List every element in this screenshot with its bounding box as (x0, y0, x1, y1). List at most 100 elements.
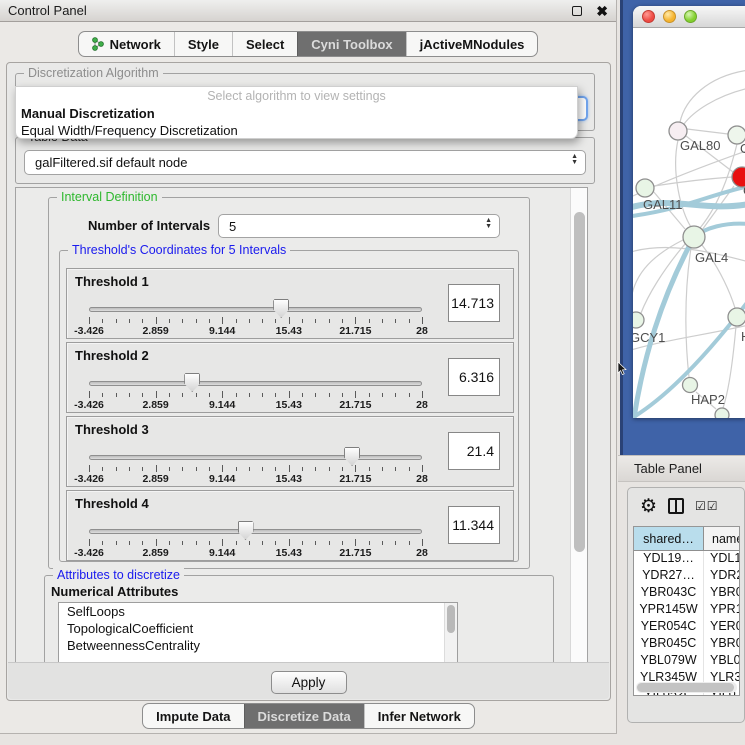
panel-title: Control Panel (8, 3, 572, 18)
number-of-intervals-value: 5 (229, 219, 236, 234)
network-node[interactable] (715, 408, 729, 418)
apply-button[interactable]: Apply (271, 671, 347, 694)
horizontal-scrollbar[interactable] (636, 682, 737, 693)
close-icon[interactable]: ✖ (596, 6, 608, 16)
threshold-value-field[interactable]: 11.344 (448, 506, 500, 544)
zoom-traffic-light-icon[interactable] (684, 10, 697, 23)
slider-tick-labels: -3.4262.8599.14415.4321.71528 (89, 473, 422, 485)
network-node-gal11[interactable] (636, 179, 654, 197)
slider-thumb[interactable] (184, 373, 200, 392)
attributes-list-scrollbar[interactable] (444, 603, 457, 664)
slider-track[interactable] (89, 381, 422, 386)
cell-shared-name: YBR045C (634, 636, 704, 653)
number-of-intervals-combobox[interactable]: 5 ▲▼ (218, 214, 500, 238)
apply-strip: Apply (8, 662, 609, 699)
attribute-list-item[interactable]: BetweennessCentrality (59, 637, 457, 654)
threshold-value-field[interactable]: 6.316 (448, 358, 500, 396)
threshold-slider: -3.4262.8599.14415.4321.71528 (89, 303, 422, 333)
tick-label: 15.43 (276, 399, 302, 411)
network-node-hap2[interactable] (683, 378, 698, 393)
tick-label: 2.859 (142, 547, 168, 559)
float-window-icon[interactable] (572, 6, 582, 16)
slider-thumb[interactable] (238, 521, 254, 540)
table-row[interactable]: YBL079WYBL0 (634, 653, 739, 670)
gear-icon[interactable]: ⚙ (640, 497, 657, 516)
tick-label: 2.859 (142, 325, 168, 337)
network-node-gcy1[interactable] (633, 312, 644, 328)
table-row[interactable]: YBR043CYBR0 (634, 585, 739, 602)
table-row[interactable]: YER054CYER0 (634, 619, 739, 636)
threshold-box: Threshold 3 -3.4262.8599.14415.4321.71528… (66, 416, 514, 487)
tick-label: -3.426 (74, 399, 104, 411)
dropdown-option[interactable]: Equal Width/Frequency Discretization (16, 122, 577, 139)
table-row[interactable]: YDR27…YDR2 (634, 568, 739, 585)
network-canvas[interactable]: GAL80GCGAL11GAL4GCY1HHAP2 (633, 28, 745, 418)
tab-style[interactable]: Style (174, 32, 232, 56)
table-data-combobox[interactable]: galFiltered.sif default node ▲▼ (24, 150, 586, 175)
columns-icon[interactable] (668, 498, 684, 514)
threshold-value-field[interactable]: 21.4 (448, 432, 500, 470)
control-panel-window: Control Panel ✖ NetworkStyleSelectCyni T… (0, 0, 617, 734)
tick-label: 9.144 (209, 547, 235, 559)
tab-jactivemnodules[interactable]: jActiveMNodules (406, 32, 538, 56)
scrollbar-thumb[interactable] (574, 212, 585, 552)
tab-cyni-toolbox[interactable]: Cyni Toolbox (297, 32, 405, 56)
table-panel-titlebar: Table Panel (618, 455, 745, 482)
tick-label: 21.715 (339, 399, 371, 411)
slider-thumb[interactable] (344, 447, 360, 466)
column-header-shared-name[interactable]: shared… (634, 527, 704, 550)
mouse-cursor (617, 362, 627, 376)
algorithm-dropdown-popup: Select algorithm to view settings Manual… (15, 86, 578, 139)
tab-select[interactable]: Select (232, 32, 297, 56)
bottom-tab-label: Discretize Data (258, 709, 351, 724)
table-panel-toolbar: ⚙ ☑☑ (628, 488, 744, 524)
attributes-list: SelfLoopsTopologicalCoefficientBetweenne… (58, 602, 458, 664)
network-icon (92, 37, 104, 51)
table-row[interactable]: YPR145WYPR1 (634, 602, 739, 619)
threshold-label: Threshold 3 (75, 422, 149, 437)
slider-track[interactable] (89, 529, 422, 534)
slider-ticks (89, 317, 422, 325)
tab-network[interactable]: Network (79, 32, 174, 56)
threshold-value-field[interactable]: 14.713 (448, 284, 500, 322)
select-checkboxes-icon[interactable]: ☑☑ (695, 499, 719, 513)
slider-tick-labels: -3.4262.8599.14415.4321.71528 (89, 325, 422, 337)
table-data-group: Table Data galFiltered.sif default node … (15, 137, 595, 184)
scrollbar-thumb[interactable] (447, 605, 455, 633)
table-row[interactable]: YDL19…YDL1 (634, 551, 739, 568)
node-table: shared… name YDL19…YDL1YDR27…YDR2YBR043C… (633, 526, 740, 696)
threshold-slider: -3.4262.8599.14415.4321.71528 (89, 451, 422, 481)
bottom-tab-impute-data[interactable]: Impute Data (143, 704, 243, 728)
tick-label: -3.426 (74, 547, 104, 559)
close-traffic-light-icon[interactable] (642, 10, 655, 23)
slider-thumb[interactable] (273, 299, 289, 318)
thresholds-group-title: Threshold's Coordinates for 5 Intervals (68, 243, 290, 257)
slider-track[interactable] (89, 307, 422, 312)
cell-name: YER0 (704, 619, 739, 636)
slider-ticks (89, 391, 422, 399)
table-panel: ⚙ ☑☑ shared… name YDL19…YDL1YDR27…YDR2YB… (627, 487, 745, 723)
network-node-gal4[interactable] (683, 226, 705, 248)
table-row[interactable]: YBR045CYBR0 (634, 636, 739, 653)
bottom-tab-discretize-data[interactable]: Discretize Data (244, 704, 364, 728)
scrollbar-thumb[interactable] (637, 683, 734, 692)
cell-name: YPR1 (704, 602, 739, 619)
tick-label: 28 (416, 547, 428, 559)
tick-label: -3.426 (74, 473, 104, 485)
dropdown-option[interactable]: Manual Discretization (16, 105, 577, 122)
slider-track[interactable] (89, 455, 422, 460)
network-window-titlebar (633, 6, 745, 28)
network-node-h[interactable] (728, 308, 745, 326)
attribute-list-item[interactable]: SelfLoops (59, 603, 457, 620)
cell-name: YDL1 (704, 551, 739, 568)
node-label: HAP2 (691, 392, 725, 407)
column-header-name[interactable]: name (704, 527, 739, 550)
attribute-list-item[interactable]: TopologicalCoefficient (59, 620, 457, 637)
minimize-traffic-light-icon[interactable] (663, 10, 676, 23)
vertical-scrollbar[interactable] (570, 188, 587, 663)
bottom-tab-infer-network[interactable]: Infer Network (364, 704, 474, 728)
slider-tick-labels: -3.4262.8599.14415.4321.71528 (89, 399, 422, 411)
tick-label: 21.715 (339, 473, 371, 485)
control-panel-titlebar: Control Panel ✖ (0, 0, 616, 22)
tick-label: 21.715 (339, 325, 371, 337)
